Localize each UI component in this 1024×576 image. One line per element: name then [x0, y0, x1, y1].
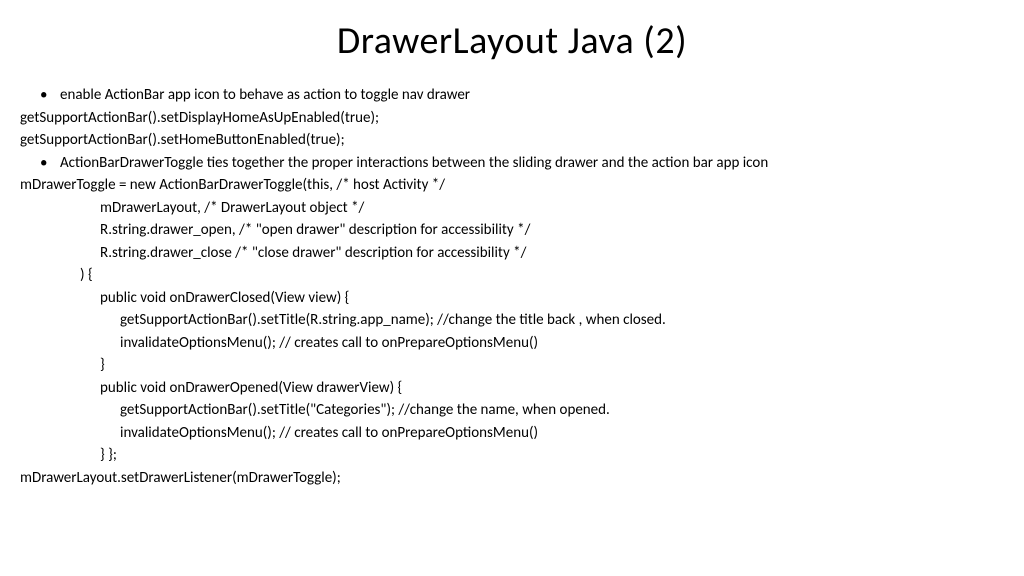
bullet-dot-icon: • [40, 152, 60, 175]
code-line: mDrawerLayout.setDrawerListener(mDrawerT… [20, 467, 1004, 490]
code-line: invalidateOptionsMenu(); // creates call… [20, 422, 1004, 445]
code-line: getSupportActionBar().setDisplayHomeAsUp… [20, 107, 1004, 130]
code-line: getSupportActionBar().setTitle(R.string.… [20, 309, 1004, 332]
code-line: } [20, 354, 1004, 377]
code-line: } }; [20, 444, 1004, 467]
code-line: getSupportActionBar().setHomeButtonEnabl… [20, 129, 1004, 152]
code-line: mDrawerLayout, /* DrawerLayout object */ [20, 197, 1004, 220]
code-line: public void onDrawerOpened(View drawerVi… [20, 377, 1004, 400]
bullet-text: ActionBarDrawerToggle ties together the … [60, 152, 768, 175]
bullet-dot-icon: • [40, 84, 60, 107]
bullet-item: • ActionBarDrawerToggle ties together th… [20, 152, 1004, 175]
slide-body: • enable ActionBar app icon to behave as… [20, 84, 1004, 489]
code-line: ) { [20, 264, 1004, 287]
code-line: public void onDrawerClosed(View view) { [20, 287, 1004, 310]
code-line: invalidateOptionsMenu(); // creates call… [20, 332, 1004, 355]
bullet-item: • enable ActionBar app icon to behave as… [20, 84, 1004, 107]
bullet-text: enable ActionBar app icon to behave as a… [60, 84, 470, 107]
code-line: R.string.drawer_close /* "close drawer" … [20, 242, 1004, 265]
slide-title: DrawerLayout Java (2) [20, 18, 1004, 64]
code-line: R.string.drawer_open, /* "open drawer" d… [20, 219, 1004, 242]
code-line: getSupportActionBar().setTitle("Categori… [20, 399, 1004, 422]
code-line: mDrawerToggle = new ActionBarDrawerToggl… [20, 174, 1004, 197]
